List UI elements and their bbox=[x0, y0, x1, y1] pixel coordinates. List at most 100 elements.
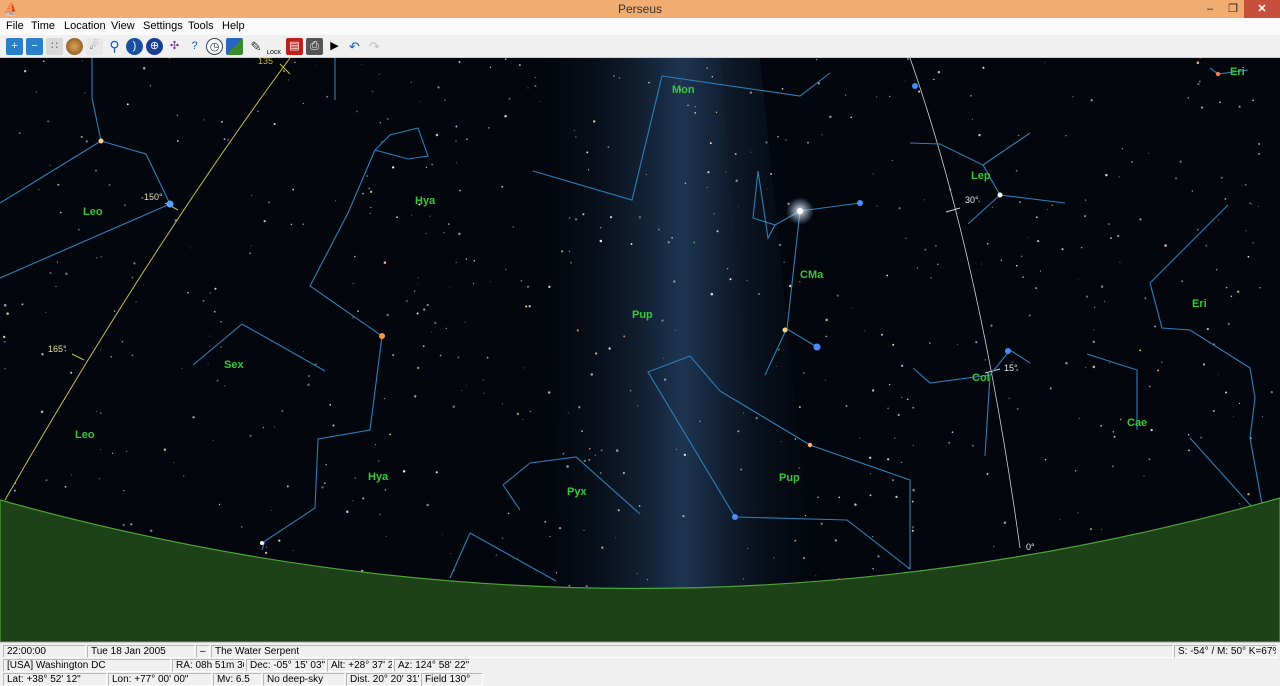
play-icon[interactable]: ▶ bbox=[326, 38, 343, 55]
background-star bbox=[694, 112, 697, 114]
background-star bbox=[213, 310, 216, 313]
planet-icon[interactable] bbox=[66, 38, 83, 55]
menu-help[interactable]: Help bbox=[222, 20, 245, 32]
search-star-icon[interactable]: ? bbox=[186, 38, 203, 55]
star-regulus[interactable] bbox=[166, 200, 174, 208]
background-star bbox=[746, 279, 748, 282]
background-star bbox=[716, 230, 719, 233]
label-hya[interactable]: Hya bbox=[368, 471, 389, 483]
clock-icon[interactable]: ◷ bbox=[206, 38, 223, 55]
background-star bbox=[321, 486, 324, 489]
undo-icon[interactable]: ↶ bbox=[346, 38, 363, 55]
star-hya-1[interactable] bbox=[260, 541, 264, 545]
background-star bbox=[864, 330, 866, 332]
background-star bbox=[877, 555, 880, 558]
title-bar: ⛵ Perseus – ❐ ✕ bbox=[0, 0, 1280, 18]
ecliptic-icon[interactable]: ) bbox=[126, 38, 143, 55]
background-star bbox=[781, 88, 784, 90]
horizon-icon[interactable] bbox=[226, 38, 243, 55]
star-rigel[interactable] bbox=[912, 83, 918, 89]
status-lon: Lon: +77° 00' 00" bbox=[108, 673, 212, 686]
print-icon[interactable]: ⎙ bbox=[306, 38, 323, 55]
background-star bbox=[431, 163, 433, 166]
background-star bbox=[1164, 244, 1167, 247]
background-star bbox=[3, 303, 7, 307]
sky-map[interactable]: Mon Eri Lep Leo Hya CMa Eri Pup Sex Col … bbox=[0, 58, 1280, 642]
background-star bbox=[638, 216, 642, 219]
background-star bbox=[281, 409, 284, 413]
star-adhara[interactable] bbox=[813, 343, 821, 351]
map-edit-icon[interactable]: ✎ bbox=[246, 38, 266, 55]
label-pyx[interactable]: Pyx bbox=[567, 486, 587, 498]
label-leo[interactable]: Leo bbox=[83, 206, 103, 218]
background-star bbox=[416, 366, 420, 370]
star-naos[interactable] bbox=[732, 514, 738, 520]
background-star bbox=[447, 223, 450, 225]
menu-time[interactable]: Time bbox=[31, 20, 55, 32]
background-star bbox=[265, 551, 268, 554]
menu-tools[interactable]: Tools bbox=[188, 20, 214, 32]
background-star bbox=[1000, 259, 1003, 261]
background-star bbox=[270, 509, 273, 511]
menu-settings[interactable]: Settings bbox=[143, 20, 183, 32]
label-leo-minor[interactable]: Leo bbox=[75, 429, 95, 441]
sky-view[interactable]: Mon Eri Lep Leo Hya CMa Eri Pup Sex Col … bbox=[0, 58, 1280, 642]
background-star bbox=[991, 206, 994, 208]
star-wezen[interactable] bbox=[782, 327, 788, 333]
background-star bbox=[582, 213, 585, 216]
star-phact[interactable] bbox=[1005, 348, 1011, 354]
zoom-out-icon[interactable]: − bbox=[26, 38, 43, 55]
label-eri-top[interactable]: Eri bbox=[1230, 66, 1245, 78]
background-star bbox=[488, 127, 490, 129]
label-pup-top[interactable]: Pup bbox=[632, 309, 653, 321]
menu-file[interactable]: File bbox=[6, 20, 24, 32]
label-sex[interactable]: Sex bbox=[224, 359, 244, 371]
label-mon[interactable]: Mon bbox=[672, 84, 695, 96]
menu-view[interactable]: View bbox=[111, 20, 135, 32]
star-sirius-core[interactable] bbox=[797, 208, 803, 214]
comet-icon[interactable]: ☄ bbox=[86, 38, 103, 55]
background-star bbox=[1093, 329, 1095, 331]
label-cae[interactable]: Cae bbox=[1127, 417, 1147, 429]
background-star bbox=[501, 403, 503, 405]
background-star bbox=[911, 526, 915, 529]
star-arneb[interactable] bbox=[997, 192, 1003, 198]
status-dist: Dist. 20° 20' 31" bbox=[346, 673, 420, 686]
redo-icon[interactable]: ↷ bbox=[366, 38, 383, 55]
telescope-icon[interactable]: ⚲ bbox=[106, 38, 123, 55]
star-pup-1[interactable] bbox=[807, 442, 813, 448]
label-eri[interactable]: Eri bbox=[1192, 298, 1207, 310]
background-star bbox=[220, 346, 222, 348]
background-star bbox=[1119, 418, 1122, 421]
label-hya-top[interactable]: Hya bbox=[415, 195, 436, 207]
background-star bbox=[431, 331, 432, 333]
background-star bbox=[302, 223, 305, 225]
background-star bbox=[785, 139, 787, 141]
star-leo-1[interactable] bbox=[98, 138, 104, 144]
star-eri-1[interactable] bbox=[1215, 71, 1221, 77]
background-star bbox=[346, 510, 349, 514]
label-cma[interactable]: CMa bbox=[800, 269, 824, 281]
background-star bbox=[534, 77, 536, 79]
background-star bbox=[726, 267, 729, 270]
lock-icon[interactable]: LOCK bbox=[266, 38, 282, 55]
background-star bbox=[993, 546, 995, 548]
background-star bbox=[576, 329, 580, 332]
maximize-button[interactable]: ❐ bbox=[1222, 0, 1244, 18]
constellation-icon[interactable]: ✣ bbox=[166, 38, 183, 55]
star-mirzam[interactable] bbox=[857, 200, 863, 206]
label-lep[interactable]: Lep bbox=[971, 170, 991, 182]
grid-icon[interactable]: ⊕ bbox=[146, 38, 163, 55]
background-star bbox=[599, 239, 603, 243]
background-star bbox=[1022, 276, 1024, 278]
background-star bbox=[1230, 295, 1233, 297]
close-button[interactable]: ✕ bbox=[1244, 0, 1280, 18]
bookmark-icon[interactable]: ▤ bbox=[286, 38, 303, 55]
zoom-in-icon[interactable]: + bbox=[6, 38, 23, 55]
label-col[interactable]: Col bbox=[972, 372, 990, 384]
star-alphard[interactable] bbox=[379, 333, 385, 339]
deep-sky-icon[interactable]: ∷ bbox=[46, 38, 63, 55]
minimize-button[interactable]: – bbox=[1198, 0, 1222, 18]
label-pup[interactable]: Pup bbox=[779, 472, 800, 484]
menu-location[interactable]: Location bbox=[64, 20, 106, 32]
